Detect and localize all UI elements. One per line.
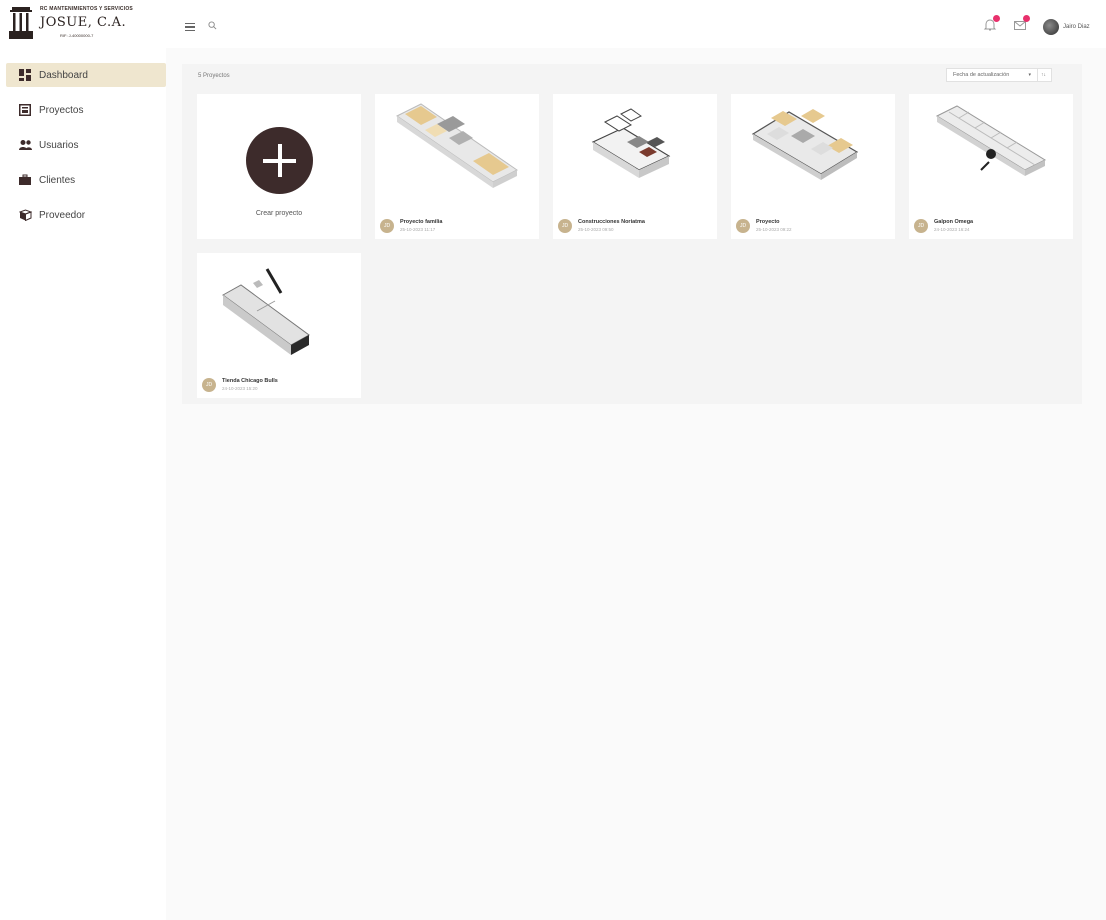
sidebar-item-clientes[interactable]: Clientes	[6, 168, 166, 192]
floorplan-thumbnail	[591, 108, 671, 178]
search-icon[interactable]	[208, 21, 217, 30]
project-date: 24-10-2023 16:24	[934, 227, 970, 232]
project-date: 25-10-2023 09:50	[578, 227, 614, 232]
project-card[interactable]: JD Construcciones Noriatma 25-10-2023 09…	[553, 94, 717, 239]
sidebar-item-label: Clientes	[39, 174, 76, 186]
briefcase-icon	[19, 174, 31, 186]
project-title: Tienda Chicago Bulls	[222, 378, 278, 384]
project-title: Proyecto	[756, 219, 780, 225]
floorplan-thumbnail	[396, 103, 518, 188]
logo-rif: RIF: J-40000000-7	[60, 33, 94, 38]
logo-name: JOSUE, C.A.	[40, 15, 127, 30]
owner-avatar: JD	[558, 219, 572, 233]
sidebar-item-label: Proveedor	[39, 209, 86, 221]
sort-direction-button[interactable]: ↑↓	[1037, 68, 1051, 82]
projects-icon	[19, 104, 31, 116]
owner-avatar: JD	[914, 219, 928, 233]
users-icon	[19, 139, 32, 151]
chevron-down-icon: ▾	[1028, 72, 1031, 78]
notification-badge	[993, 15, 1000, 22]
projects-count: 5 Proyectos	[198, 73, 230, 79]
project-card[interactable]: JD Proyecto 25-10-2023 09:22	[731, 94, 895, 239]
owner-avatar: JD	[202, 378, 216, 392]
logo-building-icon	[9, 7, 33, 39]
create-project-label: Crear proyecto	[255, 210, 303, 217]
floorplan-thumbnail	[222, 268, 310, 355]
user-name[interactable]: Jairo Diaz	[1063, 24, 1090, 30]
project-title: Galpon Omega	[934, 219, 974, 225]
sidebar-item-label: Proyectos	[39, 104, 84, 116]
sidebar-item-proveedor[interactable]: Proveedor	[6, 203, 166, 227]
project-title: Proyecto familia	[400, 219, 443, 225]
owner-avatar: JD	[380, 219, 394, 233]
sidebar-item-proyectos[interactable]: Proyectos	[6, 98, 166, 122]
company-logo[interactable]: RC MANTENIMIENTOS Y SERVICIOS JOSUE, C.A…	[8, 6, 160, 46]
sidebar: RC MANTENIMIENTOS Y SERVICIOS JOSUE, C.A…	[0, 0, 166, 920]
menu-toggle-icon[interactable]	[185, 23, 195, 32]
message-badge	[1023, 15, 1030, 22]
sort-select[interactable]: Fecha de actualización ▾ ↑↓	[946, 68, 1052, 82]
gift-box-icon	[18, 209, 33, 222]
project-card[interactable]: JD Galpon Omega 24-10-2023 16:24	[909, 94, 1073, 239]
user-avatar[interactable]	[1043, 19, 1059, 35]
floorplan-thumbnail	[935, 105, 1047, 176]
floorplan-thumbnail	[751, 109, 859, 180]
project-date: 24-10-2023 15:20	[222, 386, 258, 391]
plus-icon[interactable]	[246, 127, 313, 194]
dashboard-icon	[19, 69, 31, 81]
owner-avatar: JD	[736, 219, 750, 233]
create-project-card[interactable]: Crear proyecto	[197, 94, 361, 239]
top-bar: Jairo Diaz	[166, 0, 1106, 48]
messages-button[interactable]	[1013, 15, 1030, 32]
main-content: 5 Proyectos Fecha de actualización ▾ ↑↓ …	[166, 48, 1106, 920]
project-card[interactable]: JD Proyecto familia 25-10-2023 11:17	[375, 94, 539, 239]
sidebar-item-label: Dashboard	[39, 69, 88, 81]
sidebar-item-dashboard[interactable]: Dashboard	[6, 63, 166, 87]
sidebar-item-label: Usuarios	[39, 139, 79, 151]
project-title: Construcciones Noriatma	[578, 219, 645, 225]
notifications-button[interactable]	[983, 15, 1000, 32]
app: RC MANTENIMIENTOS Y SERVICIOS JOSUE, C.A…	[0, 0, 1106, 920]
project-date: 25-10-2023 11:17	[400, 227, 436, 232]
sort-label: Fecha de actualización	[953, 72, 1010, 78]
logo-tagline: RC MANTENIMIENTOS Y SERVICIOS	[40, 6, 133, 12]
sidebar-item-usuarios[interactable]: Usuarios	[6, 133, 166, 157]
sidebar-nav: Dashboard Proyectos Usuarios Clientes Pr…	[6, 63, 166, 238]
project-date: 25-10-2023 09:22	[756, 227, 792, 232]
project-card[interactable]: JD Tienda Chicago Bulls 24-10-2023 15:20	[197, 253, 361, 398]
